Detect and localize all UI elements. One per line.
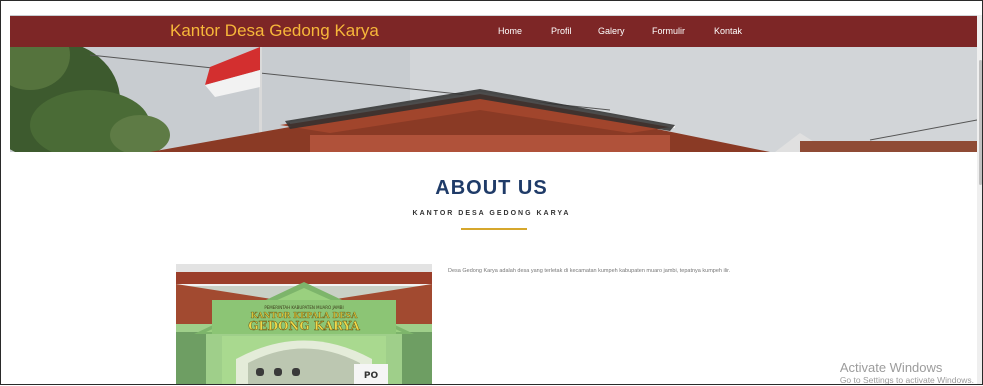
brand-title[interactable]: Kantor Desa Gedong Karya — [170, 21, 379, 41]
scrollbar-thumb[interactable] — [979, 60, 982, 185]
windows-activation-watermark: Activate Windows Go to Settings to activ… — [840, 360, 974, 386]
nav-item-profil[interactable]: Profil — [551, 26, 572, 36]
watermark-subtitle: Go to Settings to activate Windows. — [839, 375, 974, 385]
watermark-title: Activate Windows — [839, 360, 943, 375]
sign-line-3: GEDONG KARYA — [248, 319, 360, 333]
about-description: Desa Gedong Karya adalah desa yang terle… — [448, 268, 731, 274]
about-title: ABOUT US — [435, 177, 548, 199]
section-divider — [461, 228, 527, 230]
about-subtitle: KANTOR DESA GEDONG KARYA — [412, 210, 571, 217]
navbar: Kantor Desa Gedong Karya Home Profil Gal… — [10, 16, 977, 47]
svg-text:PO: PO — [364, 371, 379, 381]
nav-item-home[interactable]: Home — [498, 26, 522, 36]
nav-item-galery[interactable]: Galery — [598, 26, 625, 36]
office-photo: PEMERINTAH KABUPATEN MUARO JAMBI KANTOR … — [176, 264, 432, 385]
nav-item-formulir[interactable]: Formulir — [652, 26, 685, 36]
nav-item-kontak[interactable]: Kontak — [714, 26, 742, 36]
